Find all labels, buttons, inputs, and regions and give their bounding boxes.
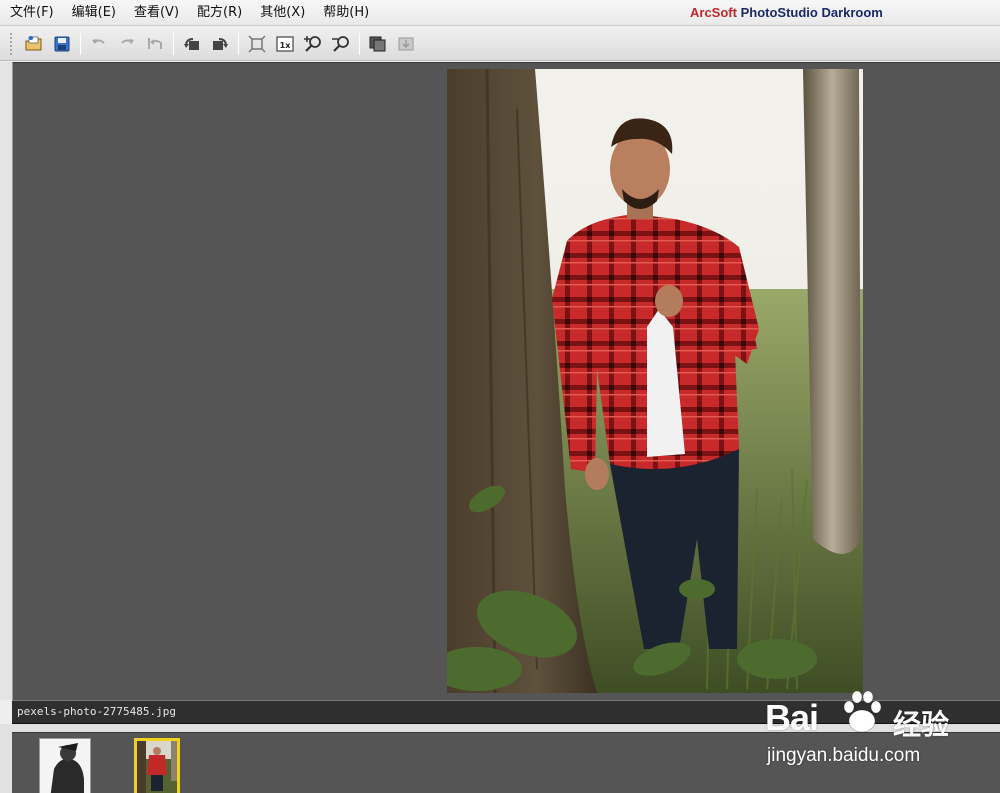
zoom-in-icon [304,35,321,52]
zoom-out-button[interactable] [329,32,353,56]
menubar: 文件(F) 编辑(E) 查看(V) 配方(R) 其他(X) 帮助(H) ArcS… [0,0,1000,26]
redo-icon [121,38,134,44]
image-viewer[interactable] [12,62,1000,700]
filename-bar: pexels-photo-2775485.jpg [12,700,1000,724]
photo-image [447,69,863,693]
save-button[interactable] [50,32,74,56]
open-button[interactable] [22,32,46,56]
rotate-left-icon [184,37,199,50]
toolbar-separator [359,32,360,55]
filename-label: pexels-photo-2775485.jpg [17,705,176,718]
actual-size-button[interactable]: 1x [273,32,297,56]
rotate-right-button[interactable] [208,32,232,56]
thumbnail-1[interactable] [39,738,91,793]
app-product: PhotoStudio Darkroom [740,5,883,20]
open-folder-icon [25,35,42,50]
thumbnail-1-image [40,739,90,793]
toolbar-separator [238,32,239,55]
actual-size-icon: 1x [276,35,294,52]
menu-recipe[interactable]: 配方(R) [189,2,250,24]
save-icon [54,36,70,51]
thumbnail-strip-frame [0,724,1000,793]
menu-view[interactable]: 查看(V) [126,2,187,24]
toolbar-separator [80,32,81,55]
thumbnail-strip[interactable] [12,732,1000,793]
export-icon [398,37,414,50]
fit-to-window-button[interactable] [245,32,269,56]
main-photo [447,69,863,693]
toolbar-separator [173,32,174,55]
export-button[interactable] [394,32,418,56]
fit-to-window-icon [248,34,266,53]
undo-icon [92,38,105,44]
app-brand: ArcSoft [690,5,737,20]
revert-icon [148,37,162,49]
menu-help[interactable]: 帮助(H) [315,2,377,24]
zoom-in-button[interactable] [301,32,325,56]
undo-button[interactable] [87,32,111,56]
compare-icon [369,36,386,51]
toolbar: 1x [0,27,1000,61]
rotate-left-button[interactable] [180,32,204,56]
rotate-right-icon [213,37,228,50]
zoom-out-icon [332,35,349,52]
menu-edit[interactable]: 编辑(E) [64,2,124,24]
app-title: ArcSoft PhotoStudio Darkroom [690,5,883,20]
thumbnail-2-selected[interactable] [134,738,180,793]
thumbnail-2-image [137,741,177,793]
svg-text:1x: 1x [280,41,292,50]
redo-button[interactable] [115,32,139,56]
toolbar-grip[interactable] [10,32,14,55]
menu-file[interactable]: 文件(F) [2,2,62,24]
main-frame [0,62,1000,700]
menu-other[interactable]: 其他(X) [252,2,313,24]
revert-button[interactable] [143,32,167,56]
compare-button[interactable] [366,32,390,56]
